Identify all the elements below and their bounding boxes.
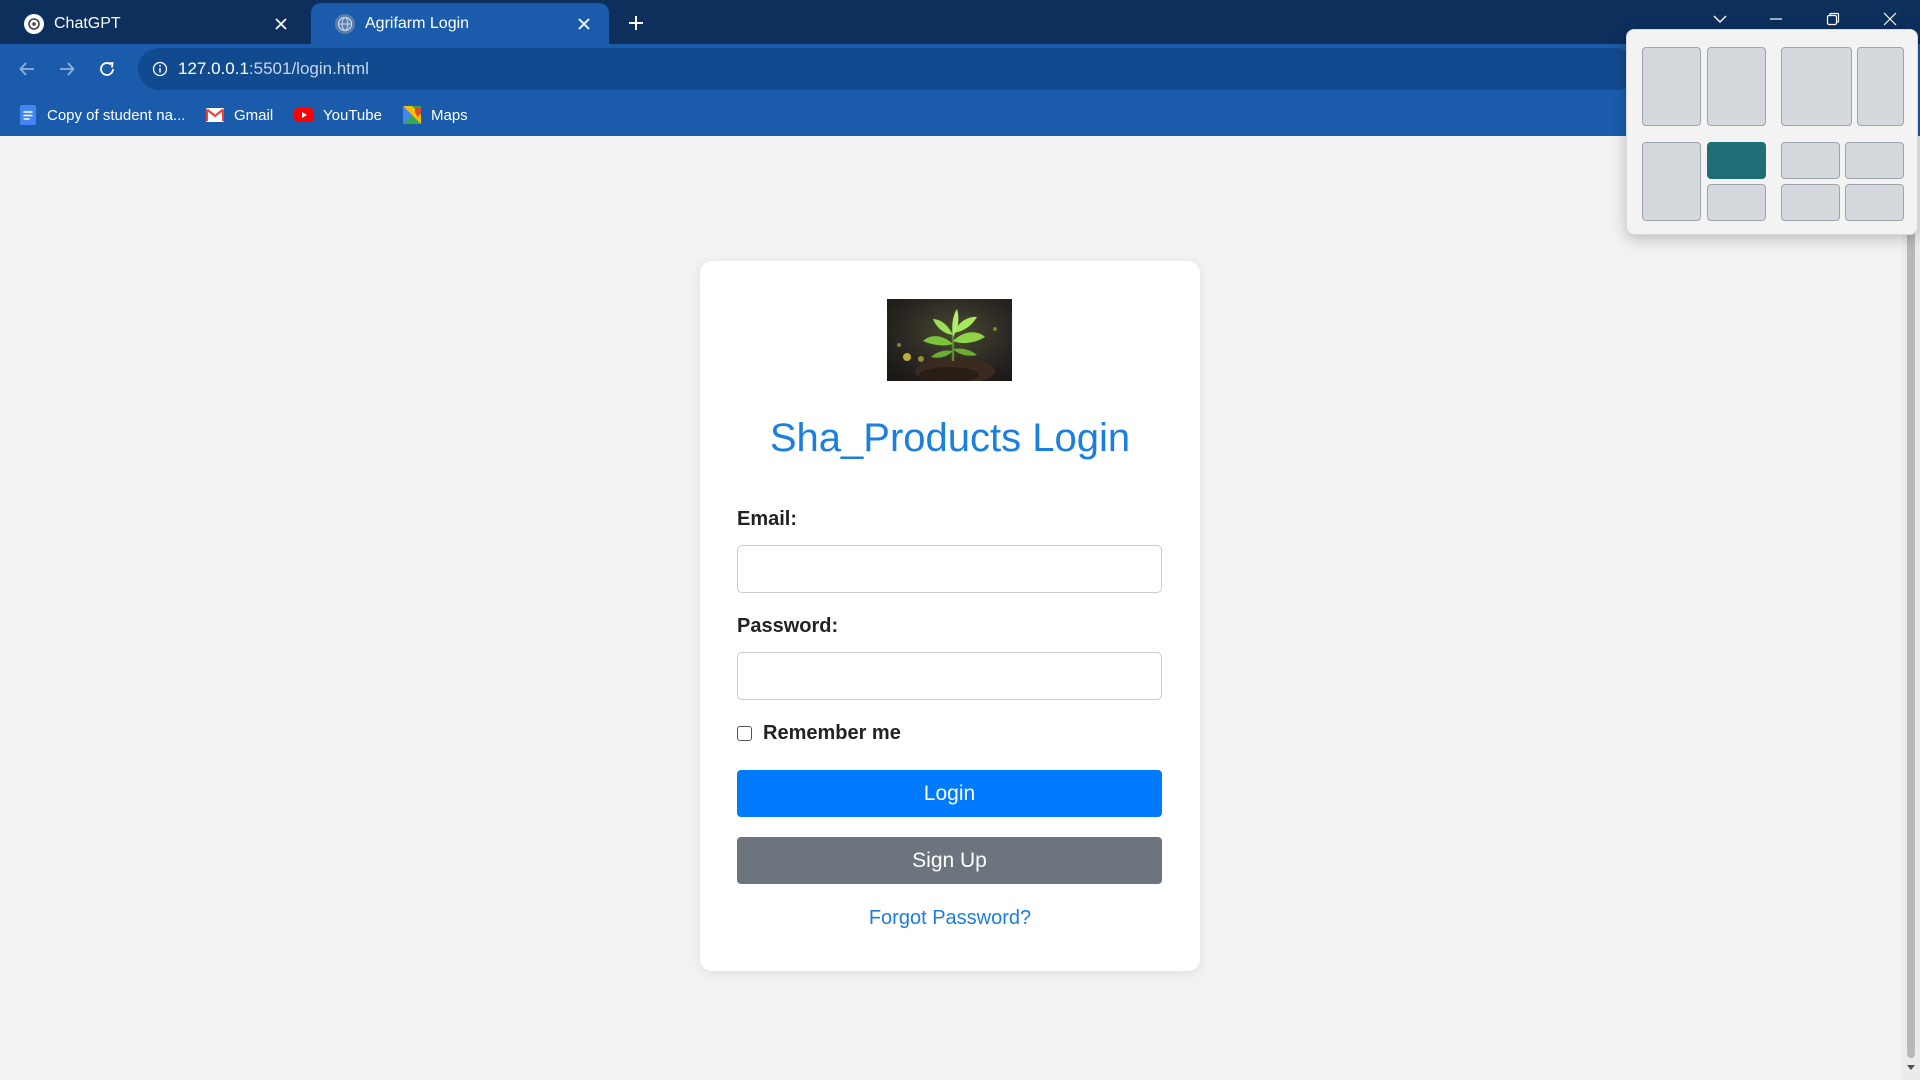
bookmark-label: Maps bbox=[431, 106, 468, 124]
page-scrollbar[interactable] bbox=[1902, 136, 1920, 1080]
youtube-icon bbox=[294, 105, 314, 125]
snap-zone-half-right[interactable] bbox=[1707, 47, 1766, 126]
url-text: 127.0.0.1:5501/login.html bbox=[178, 59, 369, 79]
scrollbar-thumb[interactable] bbox=[1907, 218, 1915, 1058]
snap-zone-left-half[interactable] bbox=[1642, 142, 1701, 221]
bookmark-youtube[interactable]: YouTube bbox=[294, 104, 382, 126]
remember-me-label: Remember me bbox=[763, 722, 901, 744]
minimize-icon bbox=[1770, 18, 1782, 20]
login-card: Sha_Products Login Email: Password: Reme… bbox=[700, 261, 1200, 971]
snap-zone-top-right-quarter[interactable] bbox=[1707, 142, 1766, 179]
password-field[interactable] bbox=[737, 652, 1162, 700]
address-bar[interactable]: 127.0.0.1:5501/login.html bbox=[138, 48, 1638, 90]
logo-image bbox=[887, 299, 1012, 381]
back-arrow-icon bbox=[19, 62, 34, 76]
new-tab-button[interactable] bbox=[622, 9, 650, 37]
snap-zone-half-left[interactable] bbox=[1642, 47, 1701, 126]
password-label: Password: bbox=[737, 615, 839, 637]
snap-zone-bottom-right-quarter[interactable] bbox=[1707, 184, 1766, 221]
docs-icon bbox=[18, 105, 38, 125]
restore-icon bbox=[1826, 12, 1840, 26]
plus-icon bbox=[629, 16, 643, 30]
snap-zone-quad-bottom-right[interactable] bbox=[1845, 184, 1904, 221]
reload-icon bbox=[100, 61, 114, 76]
tab-agrifarm-login[interactable]: Agrifarm Login bbox=[311, 3, 609, 44]
snap-zone-two-thirds-left[interactable] bbox=[1781, 47, 1852, 126]
bookmark-label: Gmail bbox=[234, 106, 274, 124]
bookmark-label: YouTube bbox=[323, 106, 382, 124]
snap-layouts-flyout bbox=[1626, 29, 1918, 235]
url-host: 127.0.0.1 bbox=[178, 59, 249, 78]
snap-zone-quad-top-left[interactable] bbox=[1781, 142, 1840, 179]
reload-button[interactable] bbox=[91, 53, 123, 85]
snap-zone-quad-top-right[interactable] bbox=[1845, 142, 1904, 179]
info-icon[interactable] bbox=[152, 61, 168, 77]
scroll-down-arrow-icon[interactable] bbox=[1906, 1064, 1916, 1072]
chevron-down-icon bbox=[1713, 15, 1727, 23]
bookmark-student-names[interactable]: Copy of student na... bbox=[18, 104, 185, 126]
remember-me-row[interactable]: Remember me bbox=[737, 722, 901, 745]
tab-title: ChatGPT bbox=[54, 14, 121, 32]
snap-zone-one-third-right[interactable] bbox=[1857, 47, 1904, 126]
chatgpt-icon bbox=[24, 13, 44, 34]
page-title: Sha_Products Login bbox=[769, 416, 1131, 460]
forgot-password-link[interactable]: Forgot Password? bbox=[700, 907, 1200, 930]
email-label: Email: bbox=[737, 508, 798, 530]
bookmark-maps[interactable]: Maps bbox=[402, 104, 468, 126]
snap-zone-quad-bottom-left[interactable] bbox=[1781, 184, 1840, 221]
login-button[interactable]: Login bbox=[737, 770, 1162, 817]
bookmark-label: Copy of student na... bbox=[47, 106, 186, 124]
remember-me-checkbox[interactable] bbox=[737, 726, 752, 741]
signup-button[interactable]: Sign Up bbox=[737, 837, 1162, 884]
forward-arrow-icon bbox=[60, 62, 75, 76]
gmail-icon bbox=[205, 105, 225, 125]
maps-icon bbox=[402, 105, 422, 125]
bookmark-gmail[interactable]: Gmail bbox=[205, 104, 273, 126]
tab-chatgpt[interactable]: ChatGPT bbox=[0, 3, 306, 44]
globe-icon bbox=[335, 13, 355, 34]
tab-title: Agrifarm Login bbox=[365, 14, 470, 32]
url-path: :5501/login.html bbox=[248, 59, 369, 78]
forward-button[interactable] bbox=[51, 53, 83, 85]
back-button[interactable] bbox=[11, 53, 43, 85]
email-field[interactable] bbox=[737, 545, 1162, 593]
close-tab-icon[interactable] bbox=[573, 13, 595, 35]
close-tab-icon[interactable] bbox=[270, 13, 292, 35]
close-icon bbox=[1883, 12, 1897, 26]
